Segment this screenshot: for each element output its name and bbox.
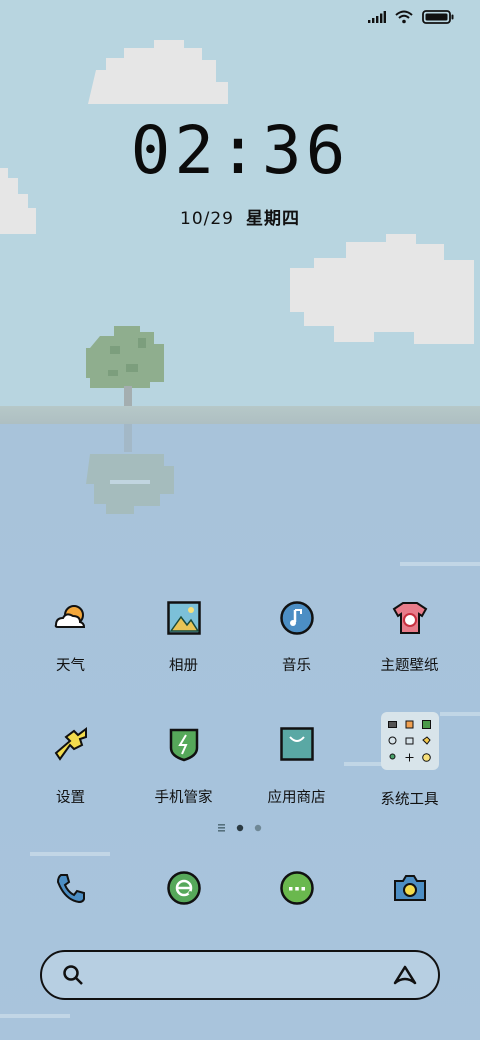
page-list-icon — [218, 824, 225, 832]
app-system-tools-folder[interactable]: 系统工具 — [353, 712, 466, 809]
gallery-icon — [162, 596, 206, 640]
page-dot — [254, 824, 262, 832]
page-indicator[interactable] — [0, 824, 480, 832]
app-label: 手机管家 — [154, 790, 213, 806]
messages-icon[interactable] — [277, 868, 317, 908]
dock — [14, 868, 466, 908]
phone-icon[interactable] — [51, 868, 91, 908]
browser-icon[interactable] — [164, 868, 204, 908]
app-gallery[interactable]: 相册 — [127, 596, 240, 675]
theme-icon — [388, 596, 432, 640]
signal-icon — [368, 11, 386, 23]
app-label: 主题壁纸 — [380, 658, 439, 674]
clock-time[interactable]: 02:36 — [0, 112, 480, 189]
app-label: 系统工具 — [380, 792, 439, 808]
assistant-icon[interactable] — [392, 964, 418, 986]
wifi-icon — [395, 10, 413, 24]
ripple — [30, 852, 110, 856]
security-icon — [162, 722, 206, 766]
search-icon[interactable] — [62, 964, 84, 986]
app-label: 天气 — [56, 658, 85, 674]
shoreline — [0, 406, 480, 424]
status-bar — [368, 10, 454, 24]
folder-icon — [380, 712, 439, 770]
app-grid-row-1: 天气 相册 音乐 主题壁纸 — [14, 596, 466, 675]
camera-icon[interactable] — [390, 868, 430, 908]
tree — [86, 326, 164, 412]
date-text: 10/29 — [180, 209, 234, 229]
cloud-1 — [88, 40, 228, 104]
app-label: 设置 — [56, 790, 85, 806]
app-security[interactable]: 手机管家 — [127, 716, 240, 809]
settings-icon — [49, 722, 93, 766]
ripple — [0, 1014, 70, 1018]
app-label: 应用商店 — [267, 790, 326, 806]
app-store[interactable]: 应用商店 — [240, 716, 353, 809]
weather-icon — [49, 596, 93, 640]
app-theme[interactable]: 主题壁纸 — [353, 596, 466, 675]
app-weather[interactable]: 天气 — [14, 596, 127, 675]
app-label: 音乐 — [282, 658, 311, 674]
app-store-icon — [275, 722, 319, 766]
search-bar[interactable] — [40, 950, 440, 1000]
app-grid-row-2: 设置 手机管家 应用商店 系统工具 — [14, 712, 466, 809]
clock-date[interactable]: 10/29 星期四 — [0, 204, 480, 229]
search-input[interactable] — [96, 965, 380, 985]
music-icon — [275, 596, 319, 640]
battery-icon — [422, 10, 454, 24]
app-settings[interactable]: 设置 — [14, 716, 127, 809]
ripple — [110, 480, 150, 484]
ripple — [400, 562, 480, 566]
tree-reflection — [86, 424, 174, 514]
app-music[interactable]: 音乐 — [240, 596, 353, 675]
app-label: 相册 — [169, 658, 198, 674]
cloud-3 — [290, 234, 474, 344]
weekday-text: 星期四 — [246, 209, 300, 229]
page-dot-active — [236, 824, 244, 832]
